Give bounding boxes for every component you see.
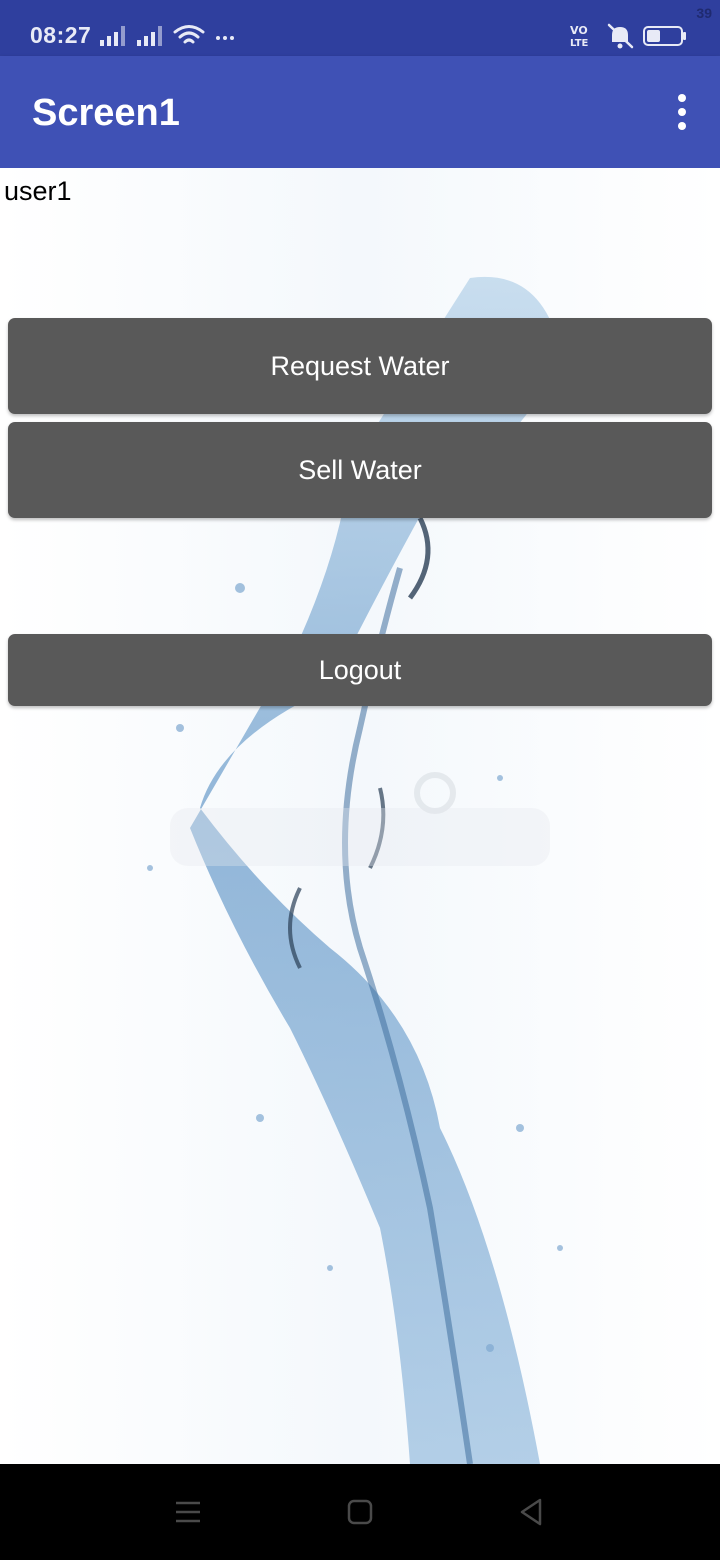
wifi-icon <box>173 25 205 44</box>
app-bar: Screen1 <box>0 56 720 168</box>
page-title: Screen1 <box>32 92 180 134</box>
home-icon[interactable] <box>340 1494 380 1530</box>
mute-icon <box>607 23 634 49</box>
logout-button[interactable]: Logout <box>8 634 712 706</box>
more-icon <box>216 36 234 40</box>
battery-icon <box>643 26 686 46</box>
navigation-bar <box>0 1464 720 1560</box>
svg-text:LTE: LTE <box>570 38 589 49</box>
svg-text:VO: VO <box>570 24 588 37</box>
recents-icon[interactable] <box>168 1494 208 1530</box>
status-bar: 08:27 VO LTE 39 <box>0 0 720 56</box>
main-content: user1 Request Water Sell Water Logout <box>0 168 720 1464</box>
battery-level: 39 <box>696 5 712 21</box>
signal-icon <box>100 26 125 46</box>
status-left-icons <box>100 25 234 46</box>
sell-water-button[interactable]: Sell Water <box>8 422 712 518</box>
request-water-button[interactable]: Request Water <box>8 318 712 414</box>
volte-icon: VO LTE <box>570 24 589 49</box>
back-icon[interactable] <box>512 1494 552 1530</box>
signal-icon <box>137 26 162 46</box>
status-right-icons: VO LTE <box>570 23 686 49</box>
overflow-menu-icon[interactable] <box>670 92 694 132</box>
status-time: 08:27 <box>30 22 92 48</box>
username-label: user1 <box>4 176 72 206</box>
